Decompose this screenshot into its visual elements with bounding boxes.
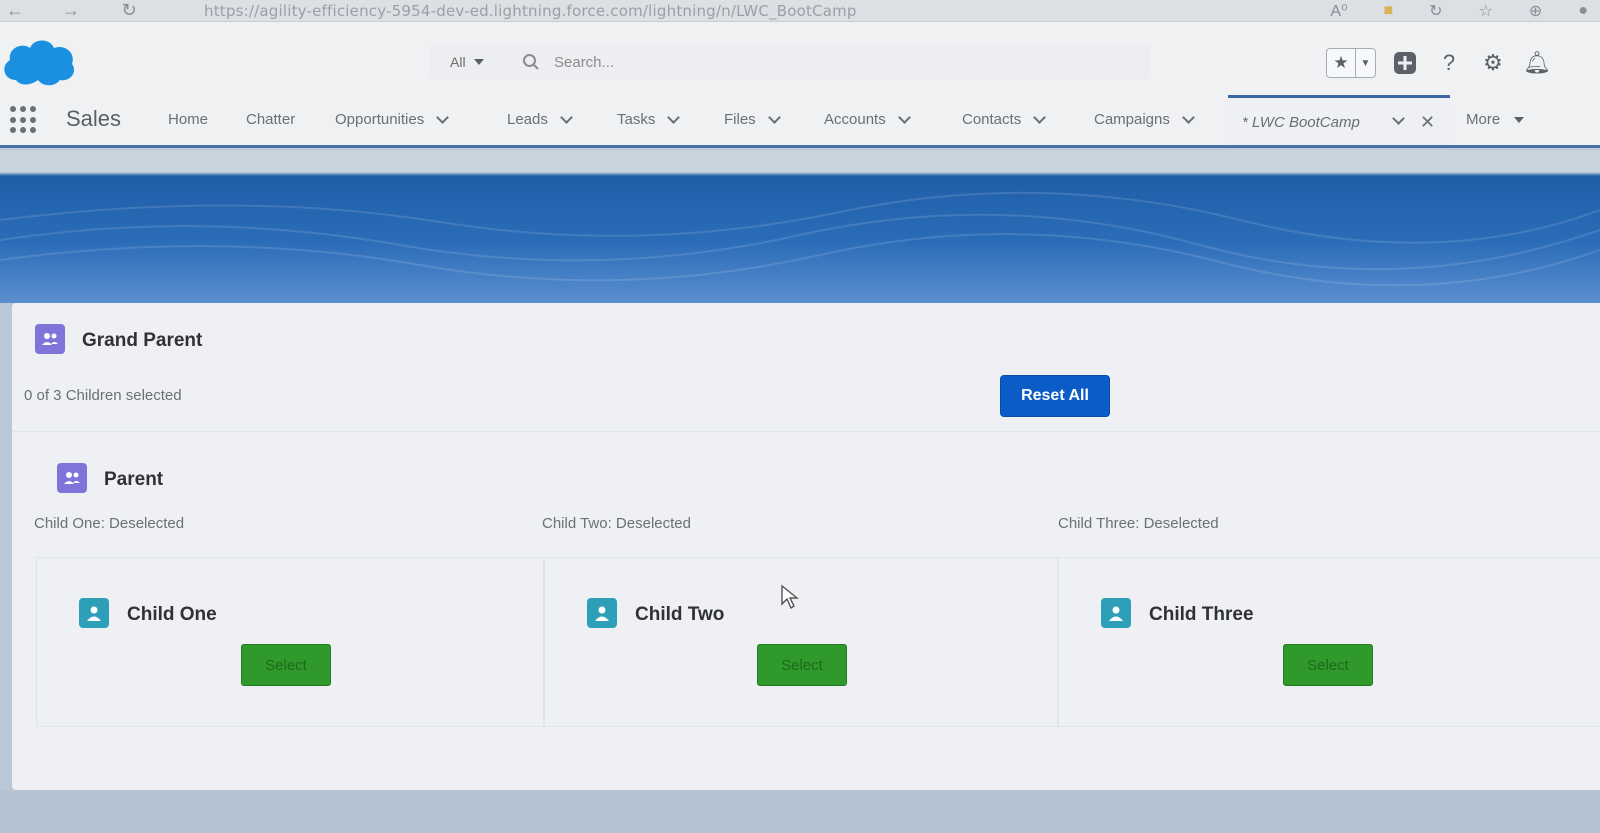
- mouse-cursor-icon: [781, 584, 799, 610]
- read-aloud-icon[interactable]: A⁰: [1330, 1, 1347, 21]
- divider: [12, 431, 1600, 432]
- search-scope-label: All: [450, 54, 466, 70]
- tab-lwc-bootcamp[interactable]: * LWC BootCamp ✕: [1228, 95, 1450, 145]
- child-two-card: Child Two Select: [544, 557, 1058, 727]
- search-input[interactable]: [554, 53, 1054, 71]
- chevron-down-icon[interactable]: [767, 110, 781, 124]
- header-actions: ★ ▼ ? ⚙ 🔔︎: [1326, 48, 1552, 78]
- favorites-icon[interactable]: ☆: [1479, 1, 1493, 21]
- url-field[interactable]: https://agility-efficiency-5954-dev-ed.l…: [204, 2, 857, 20]
- favorite-star-icon[interactable]: ★: [1327, 49, 1355, 77]
- app-name: Sales: [66, 106, 122, 131]
- app-navigation: Sales Home Chatter Opportunities Leads T…: [0, 92, 1600, 148]
- reload-icon[interactable]: ↻: [114, 0, 144, 21]
- browser-bar: ← → ↻ https://agility-efficiency-5954-de…: [0, 0, 1600, 22]
- caret-down-icon: [473, 59, 484, 65]
- child-three-title: Child Three: [1149, 604, 1254, 625]
- refresh-extension-icon[interactable]: ↻: [1429, 1, 1442, 21]
- close-icon[interactable]: ✕: [1420, 112, 1435, 133]
- user-icon: [79, 598, 109, 628]
- chevron-down-icon[interactable]: [897, 110, 911, 124]
- chevron-down-icon[interactable]: [667, 110, 681, 124]
- caret-down-icon: [1514, 116, 1525, 123]
- favorites-group: ★ ▼: [1326, 48, 1376, 78]
- child-three-status: Child Three: Deselected: [1058, 515, 1219, 532]
- nav-item-contacts[interactable]: Contacts: [962, 110, 1047, 128]
- grand-parent-title: Grand Parent: [82, 330, 203, 351]
- child-one-card: Child One Select: [36, 557, 544, 727]
- extension-icon[interactable]: ■: [1384, 2, 1394, 20]
- nav-item-more[interactable]: More: [1466, 111, 1525, 128]
- child-two-title: Child Two: [635, 604, 725, 625]
- chevron-down-icon[interactable]: [436, 110, 450, 124]
- child-three-select-button[interactable]: Select: [1283, 644, 1373, 686]
- tab-label: * LWC BootCamp: [1242, 114, 1360, 131]
- group-icon: [35, 324, 65, 354]
- child-two-select-button[interactable]: Select: [757, 644, 847, 686]
- nav-item-opportunities[interactable]: Opportunities: [335, 110, 450, 128]
- user-icon: [1101, 598, 1131, 628]
- child-three-card: Child Three Select: [1058, 557, 1600, 727]
- setup-gear-icon[interactable]: ⚙: [1478, 48, 1508, 78]
- child-one-status: Child One: Deselected: [34, 515, 185, 532]
- topo-pattern: [0, 191, 1600, 287]
- global-header: All ★ ▼ ? ⚙ 🔔︎: [0, 22, 1600, 92]
- notifications-bell-icon[interactable]: 🔔︎: [1522, 48, 1552, 78]
- nav-item-tasks[interactable]: Tasks: [617, 110, 681, 128]
- chevron-down-icon[interactable]: [1033, 110, 1047, 124]
- page-footer-background: [0, 790, 1600, 833]
- favorites-menu-icon[interactable]: ▼: [1355, 49, 1375, 77]
- child-one-title: Child One: [127, 604, 217, 625]
- nav-item-home[interactable]: Home: [168, 111, 208, 128]
- global-create-icon[interactable]: [1390, 48, 1420, 78]
- help-icon[interactable]: ?: [1434, 48, 1464, 78]
- nav-item-campaigns[interactable]: Campaigns: [1094, 110, 1195, 128]
- reset-all-button[interactable]: Reset All: [1000, 375, 1110, 417]
- salesforce-cloud-icon[interactable]: [2, 36, 76, 88]
- profile-avatar-icon[interactable]: ●: [1578, 2, 1588, 20]
- nav-item-leads[interactable]: Leads: [507, 110, 573, 128]
- nav-item-files[interactable]: Files: [724, 110, 781, 128]
- selection-summary: 0 of 3 Children selected: [24, 387, 182, 404]
- search-icon: [523, 54, 539, 70]
- search-scope-select[interactable]: All: [430, 54, 500, 70]
- child-one-select-button[interactable]: Select: [241, 644, 331, 686]
- chevron-down-icon[interactable]: [1392, 112, 1405, 125]
- forward-icon[interactable]: →: [56, 0, 86, 21]
- app-launcher-icon[interactable]: [10, 106, 38, 134]
- group-icon: [57, 463, 87, 493]
- collections-icon[interactable]: ⊕: [1529, 1, 1542, 21]
- nav-item-accounts[interactable]: Accounts: [824, 110, 911, 128]
- page-banner: [0, 150, 1600, 303]
- user-icon: [587, 598, 617, 628]
- parent-title: Parent: [104, 469, 164, 490]
- chevron-down-icon[interactable]: [560, 110, 573, 124]
- back-icon[interactable]: ←: [0, 0, 30, 21]
- chevron-down-icon[interactable]: [1182, 110, 1195, 124]
- global-search: All: [430, 44, 1150, 80]
- grand-parent-card: Grand Parent 0 of 3 Children selected Re…: [12, 303, 1600, 790]
- nav-item-chatter[interactable]: Chatter: [246, 111, 295, 128]
- child-two-status: Child Two: Deselected: [542, 515, 691, 532]
